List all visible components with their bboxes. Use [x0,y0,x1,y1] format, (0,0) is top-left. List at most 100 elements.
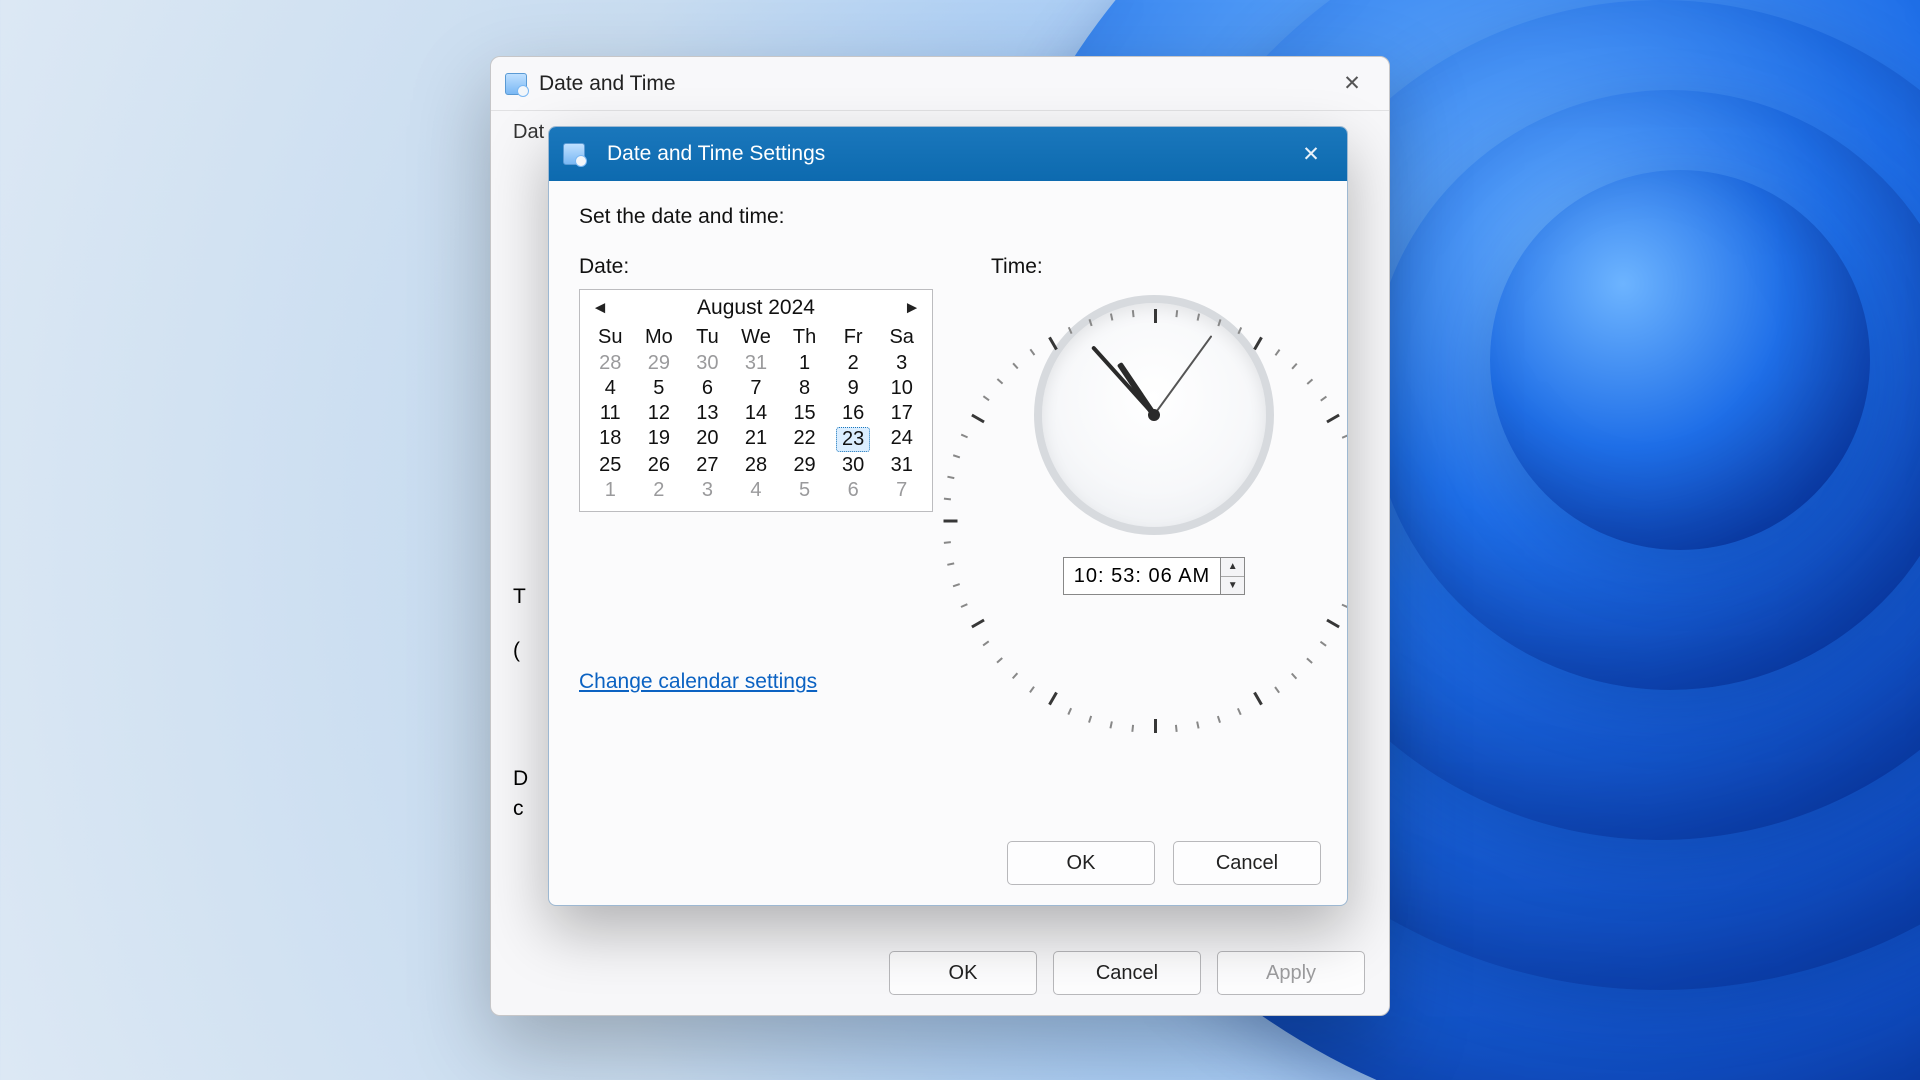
parent-ok-button[interactable]: OK [889,951,1037,995]
calendar-day[interactable]: 16 [829,401,878,426]
clock-tick-minor [1068,327,1072,334]
clock-tick-minor [1342,434,1348,438]
clock-tick-major [1253,692,1263,706]
calendar-day[interactable]: 17 [877,401,926,426]
close-icon: ✕ [1343,71,1361,96]
calendar-day[interactable]: 4 [586,376,635,401]
date-label: Date: [579,255,933,279]
calendar-day[interactable]: 5 [635,376,684,401]
calendar-day[interactable]: 19 [635,426,684,453]
date-time-settings-dialog: Date and Time Settings ✕ Set the date an… [548,126,1348,906]
calendar-day[interactable]: 6 [683,376,732,401]
calendar-day[interactable]: 5 [780,478,829,503]
calendar-day[interactable]: 22 [780,426,829,453]
calendar-day[interactable]: 12 [635,401,684,426]
calendar-day[interactable]: 6 [829,478,878,503]
clock-tick-minor [997,658,1003,664]
calendar-next-button[interactable]: ► [902,298,922,318]
instruction-text: Set the date and time: [579,205,1317,229]
calendar-day[interactable]: 3 [683,478,732,503]
calendar-dow: Mo [635,324,684,351]
calendar: ◄ August 2024 ► SuMoTuWeThFrSa2829303112… [579,289,933,512]
calendar-day[interactable]: 2 [829,351,878,376]
clock-tick-minor [944,498,951,500]
calendar-day[interactable]: 11 [586,401,635,426]
calendar-day[interactable]: 4 [732,478,781,503]
time-spinner[interactable]: 10: 53: 06 AM ▲ ▼ [1063,557,1245,595]
calendar-day[interactable]: 10 [877,376,926,401]
calendar-day[interactable]: 3 [877,351,926,376]
clock-calendar-icon [505,73,527,95]
time-spin-down-button[interactable]: ▼ [1221,577,1244,595]
change-calendar-settings-link[interactable]: Change calendar settings [579,670,817,694]
clock-calendar-icon [563,143,585,165]
calendar-day[interactable]: 28 [732,453,781,478]
clock-tick-minor [1291,673,1297,679]
clock-tick-minor [953,584,960,588]
clock-tick-minor [1320,641,1327,646]
calendar-day[interactable]: 1 [780,351,829,376]
clock-tick-minor [1237,708,1241,715]
calendar-day[interactable]: 15 [780,401,829,426]
clock-tick-major [944,520,958,523]
calendar-day[interactable]: 31 [877,453,926,478]
parent-close-button[interactable]: ✕ [1329,64,1375,104]
calendar-day[interactable]: 13 [683,401,732,426]
calendar-month-label[interactable]: August 2024 [697,296,815,320]
calendar-day[interactable]: 2 [635,478,684,503]
child-titlebar[interactable]: Date and Time Settings ✕ [549,127,1347,181]
calendar-day[interactable]: 18 [586,426,635,453]
clock-tick-minor [1175,725,1177,732]
calendar-day[interactable]: 26 [635,453,684,478]
time-spin-up-button[interactable]: ▲ [1221,558,1244,577]
clock-tick-minor [944,542,951,544]
clock-tick-minor [1217,319,1221,326]
calendar-day[interactable]: 20 [683,426,732,453]
clock-tick-minor [1237,327,1241,334]
child-cancel-button[interactable]: Cancel [1173,841,1321,885]
calendar-day[interactable]: 29 [780,453,829,478]
calendar-day[interactable]: 21 [732,426,781,453]
child-ok-button[interactable]: OK [1007,841,1155,885]
parent-titlebar[interactable]: Date and Time ✕ [491,57,1389,111]
calendar-day[interactable]: 8 [780,376,829,401]
calendar-day[interactable]: 14 [732,401,781,426]
analog-clock [1034,295,1274,535]
clock-tick-minor [1068,708,1072,715]
clock-tick-minor [1175,310,1177,317]
calendar-dow: Su [586,324,635,351]
clock-second-hand [1153,335,1212,415]
calendar-prev-button[interactable]: ◄ [590,298,610,318]
clock-tick-minor [1320,396,1327,401]
parent-body-line-t: T [513,585,526,609]
calendar-day[interactable]: 27 [683,453,732,478]
calendar-day[interactable]: 9 [829,376,878,401]
parent-body-line-d: D [513,767,528,791]
calendar-day[interactable]: 28 [586,351,635,376]
clock-tick-major [1048,337,1058,351]
calendar-day[interactable]: 7 [732,376,781,401]
child-close-button[interactable]: ✕ [1289,134,1333,174]
calendar-day[interactable]: 25 [586,453,635,478]
calendar-day[interactable]: 23 [829,426,878,453]
clock-tick-minor [1110,313,1113,320]
calendar-day[interactable]: 29 [635,351,684,376]
calendar-day[interactable]: 1 [586,478,635,503]
calendar-day[interactable]: 30 [829,453,878,478]
clock-tick-minor [953,455,960,459]
clock-tick-minor [1089,716,1093,723]
time-input[interactable]: 10: 53: 06 AM [1064,558,1220,594]
calendar-day[interactable]: 30 [683,351,732,376]
clock-tick-major [1253,337,1263,351]
calendar-day[interactable]: 7 [877,478,926,503]
clock-tick-minor [1291,363,1297,369]
calendar-day[interactable]: 24 [877,426,926,453]
clock-tick-major [1048,692,1058,706]
clock-tick-major [1154,309,1157,323]
parent-body-line-paren: ( [513,639,520,663]
parent-cancel-button[interactable]: Cancel [1053,951,1201,995]
clock-tick-minor [1275,686,1280,693]
calendar-day[interactable]: 31 [732,351,781,376]
clock-tick-minor [1275,349,1280,356]
clock-tick-minor [1030,686,1035,693]
